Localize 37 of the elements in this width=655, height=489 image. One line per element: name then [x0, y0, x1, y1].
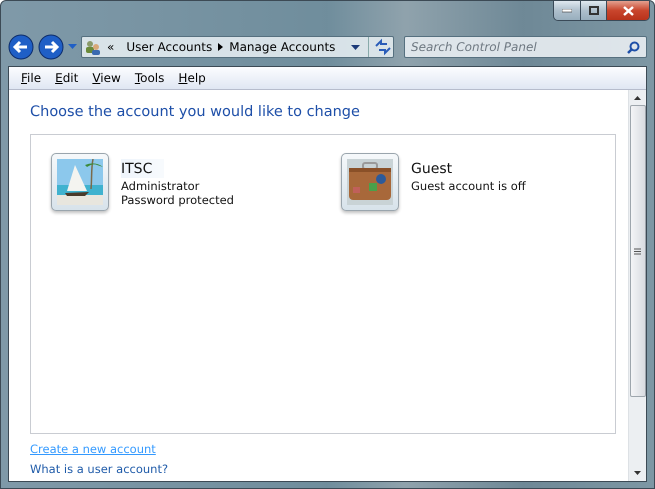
help-link[interactable]: What is a user account? — [30, 462, 168, 476]
account-name[interactable]: Guest — [411, 159, 464, 178]
refresh-icon[interactable] — [368, 37, 393, 57]
users-icon — [85, 39, 101, 55]
breadcrumb[interactable]: User Accounts — [120, 40, 218, 54]
overflow-chevron[interactable]: « — [101, 40, 120, 54]
search-field[interactable]: Search Control Panel — [404, 36, 647, 58]
dropdown-arrow-icon[interactable] — [351, 44, 360, 50]
scroll-thumb[interactable] — [630, 105, 646, 397]
forward-button[interactable] — [38, 34, 64, 60]
minimize-icon — [562, 8, 572, 12]
separator-arrow-icon[interactable] — [218, 43, 224, 51]
scroll-up-icon[interactable] — [634, 96, 641, 100]
close-button[interactable] — [606, 1, 649, 20]
account-detail: Password protected — [121, 193, 234, 207]
account-detail: Administrator — [121, 179, 200, 193]
page-heading: Choose the account you would like to change — [30, 104, 361, 120]
grip-icon — [634, 248, 641, 254]
minimize-button[interactable] — [554, 1, 580, 20]
menu-item[interactable]: Help — [172, 70, 212, 86]
account-name[interactable]: ITSC — [121, 159, 164, 178]
scrollbar[interactable] — [628, 90, 646, 481]
scroll-down-icon[interactable] — [634, 471, 641, 475]
menu-item[interactable]: Tools — [128, 70, 170, 86]
menu-item[interactable]: View — [86, 70, 127, 86]
maximize-icon — [588, 6, 598, 15]
account-picture-frame[interactable] — [341, 153, 399, 211]
menu-item[interactable]: Edit — [49, 70, 84, 86]
close-icon — [622, 6, 634, 16]
back-button[interactable] — [8, 34, 34, 60]
search-icon[interactable] — [627, 41, 640, 54]
maximize-button[interactable] — [580, 1, 606, 20]
menu-item[interactable]: File — [15, 70, 48, 86]
address-bar[interactable]: « User Accounts Manage Accounts — [81, 36, 394, 58]
account-detail: Guest account is off — [411, 179, 526, 193]
breadcrumb[interactable]: Manage Accounts — [223, 40, 342, 54]
account-picture-frame[interactable] — [51, 153, 109, 211]
